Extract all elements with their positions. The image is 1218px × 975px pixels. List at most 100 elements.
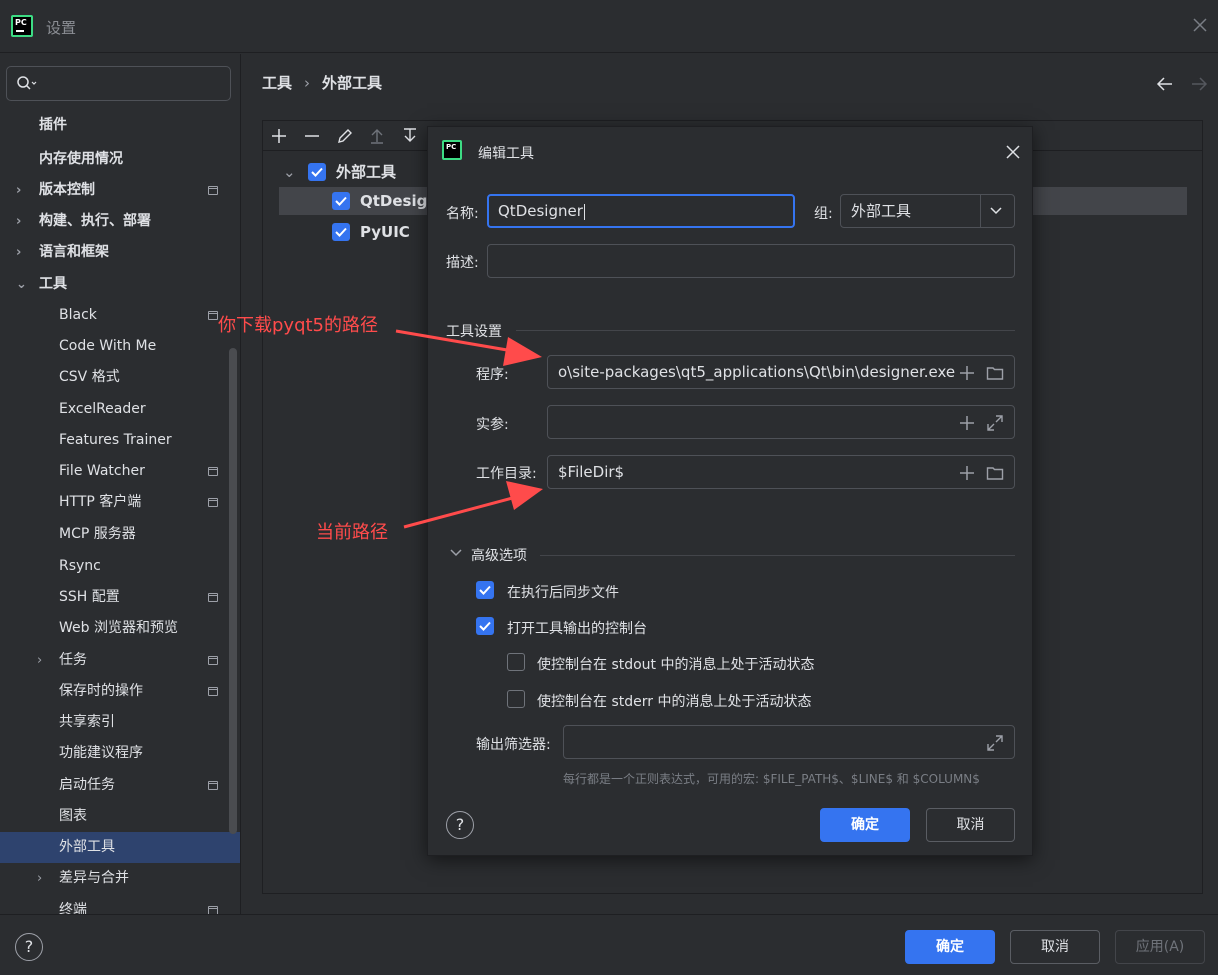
sidebar-item-web-browsers[interactable]: Web 浏览器和预览: [0, 613, 240, 644]
qtdesigner-checkbox[interactable]: [332, 192, 350, 210]
expand-icon[interactable]: [986, 414, 1004, 432]
add-icon[interactable]: [269, 126, 289, 146]
stdout-active-checkbox[interactable]: [507, 653, 525, 671]
description-input[interactable]: [487, 244, 1015, 278]
open-console-checkbox[interactable]: [476, 617, 494, 635]
sidebar-item-actions-on-save[interactable]: 保存时的操作: [0, 676, 240, 707]
arrow-left-icon[interactable]: [1156, 76, 1174, 92]
chevron-right-icon[interactable]: ›: [37, 645, 51, 676]
chevron-right-icon[interactable]: ›: [16, 175, 30, 206]
group-combobox[interactable]: 外部工具: [840, 194, 1015, 228]
sidebar-item-memory-usage[interactable]: 内存使用情况: [0, 144, 240, 175]
chevron-right-icon[interactable]: ›: [37, 863, 51, 894]
tree-group-external-tools[interactable]: ⌄ 外部工具: [279, 158, 439, 186]
sidebar-item-startup-tasks[interactable]: 启动任务: [0, 770, 240, 801]
dialog-title: 编辑工具: [478, 146, 534, 162]
expand-icon[interactable]: [986, 734, 1004, 752]
arguments-input[interactable]: [547, 405, 1015, 439]
chevron-down-icon[interactable]: ⌄: [283, 158, 296, 186]
arguments-label: 实参:: [476, 417, 509, 433]
remove-icon[interactable]: [302, 126, 322, 146]
dialog-cancel-button[interactable]: 取消: [926, 808, 1015, 842]
sidebar-item-black[interactable]: Black: [0, 300, 240, 331]
program-input[interactable]: o\site-packages\qt5_applications\Qt\bin\…: [547, 355, 1015, 389]
sidebar-item-languages[interactable]: › 语言和框架: [0, 237, 240, 268]
working-directory-label: 工作目录:: [476, 466, 537, 482]
help-icon[interactable]: ?: [446, 811, 474, 839]
settings-search-input[interactable]: [6, 66, 231, 101]
sidebar-scrollbar[interactable]: [229, 348, 237, 834]
description-label: 描述:: [446, 255, 479, 271]
edit-icon[interactable]: [335, 126, 355, 146]
insert-macro-icon[interactable]: [958, 364, 976, 382]
name-input[interactable]: QtDesigner: [487, 194, 795, 228]
combobox-divider: [980, 195, 981, 227]
output-filter-hint: 每行都是一个正则表达式，可用的宏: $FILE_PATH$、$LINE$ 和 $…: [563, 772, 980, 786]
sidebar-item-rsync[interactable]: Rsync: [0, 551, 240, 582]
group-checkbox[interactable]: [308, 163, 326, 181]
sidebar-item-feature-suggester[interactable]: 功能建议程序: [0, 738, 240, 769]
sidebar-item-excelreader[interactable]: ExcelReader: [0, 394, 240, 425]
sidebar-item-ssh-config[interactable]: SSH 配置: [0, 582, 240, 613]
insert-macro-icon[interactable]: [958, 414, 976, 432]
sidebar-item-plugins[interactable]: 插件: [0, 110, 240, 141]
settings-sidebar: 插件 内存使用情况 › 版本控制 › 构建、执行、部署 › 语言和框架 ⌄ 工具 Bla…: [0, 54, 241, 914]
settings-footer: ? 确定 取消 应用(A): [0, 914, 1218, 975]
project-scope-icon: [208, 906, 218, 914]
sidebar-item-http-client[interactable]: HTTP 客户端: [0, 487, 240, 518]
chevron-down-icon[interactable]: [989, 206, 1003, 216]
group-label: 组:: [814, 206, 833, 222]
breadcrumb-parent[interactable]: 工具: [262, 74, 292, 92]
annotation-current-path-note: 当前路径: [316, 522, 388, 543]
close-icon[interactable]: [1190, 15, 1210, 35]
breadcrumb-current: 外部工具: [322, 74, 383, 92]
chevron-right-icon[interactable]: ›: [16, 206, 30, 237]
sidebar-item-version-control[interactable]: › 版本控制: [0, 175, 240, 206]
sidebar-item-build-execution[interactable]: › 构建、执行、部署: [0, 206, 240, 237]
working-directory-input[interactable]: $FileDir$: [547, 455, 1015, 489]
chevron-down-icon[interactable]: [449, 548, 463, 558]
sync-files-label: 在执行后同步文件: [507, 585, 619, 601]
chevron-down-icon[interactable]: ⌄: [16, 269, 30, 300]
window-title: 设置: [46, 19, 77, 37]
move-down-icon[interactable]: [400, 126, 420, 146]
sidebar-item-tools[interactable]: ⌄ 工具: [0, 269, 240, 300]
close-icon[interactable]: [1006, 145, 1020, 159]
sidebar-item-code-with-me[interactable]: Code With Me: [0, 331, 240, 362]
sidebar-item-diagrams[interactable]: 图表: [0, 801, 240, 832]
folder-icon[interactable]: [986, 364, 1004, 382]
insert-macro-icon[interactable]: [958, 464, 976, 482]
project-scope-icon: [208, 311, 218, 320]
sidebar-item-csv[interactable]: CSV 格式: [0, 362, 240, 393]
advanced-options-heading[interactable]: 高级选项: [471, 545, 527, 565]
sidebar-item-features-trainer[interactable]: Features Trainer: [0, 425, 240, 456]
arrow-right-icon[interactable]: [1190, 76, 1208, 92]
sidebar-item-diff-merge[interactable]: › 差异与合并: [0, 863, 240, 894]
name-label: 名称:: [446, 206, 479, 222]
sync-files-checkbox[interactable]: [476, 581, 494, 599]
section-divider: [540, 555, 1015, 556]
move-up-icon[interactable]: [367, 126, 387, 146]
breadcrumb: 工具 › 外部工具: [262, 72, 382, 93]
chevron-right-icon[interactable]: ›: [16, 237, 30, 268]
sidebar-item-terminal[interactable]: 终端: [0, 895, 240, 914]
pyuic-checkbox[interactable]: [332, 223, 350, 241]
sidebar-item-mcp-server[interactable]: MCP 服务器: [0, 519, 240, 550]
tree-item-label: PyUIC: [360, 223, 410, 241]
dialog-ok-button[interactable]: 确定: [820, 808, 910, 842]
tree-item-pyuic[interactable]: PyUIC: [279, 218, 439, 246]
cancel-button[interactable]: 取消: [1010, 930, 1100, 964]
ok-button[interactable]: 确定: [905, 930, 995, 964]
section-divider: [516, 330, 1015, 331]
sidebar-item-shared-indexes[interactable]: 共享索引: [0, 707, 240, 738]
sidebar-item-tasks[interactable]: › 任务: [0, 645, 240, 676]
sidebar-item-file-watcher[interactable]: File Watcher: [0, 456, 240, 487]
stderr-active-checkbox[interactable]: [507, 690, 525, 708]
help-icon[interactable]: ?: [15, 933, 43, 961]
output-filter-label: 输出筛选器:: [476, 737, 551, 753]
folder-icon[interactable]: [986, 464, 1004, 482]
sidebar-item-external-tools[interactable]: 外部工具: [0, 832, 240, 863]
output-filter-input[interactable]: [563, 725, 1015, 759]
apply-button[interactable]: 应用(A): [1115, 930, 1205, 964]
project-scope-icon: [208, 467, 218, 476]
